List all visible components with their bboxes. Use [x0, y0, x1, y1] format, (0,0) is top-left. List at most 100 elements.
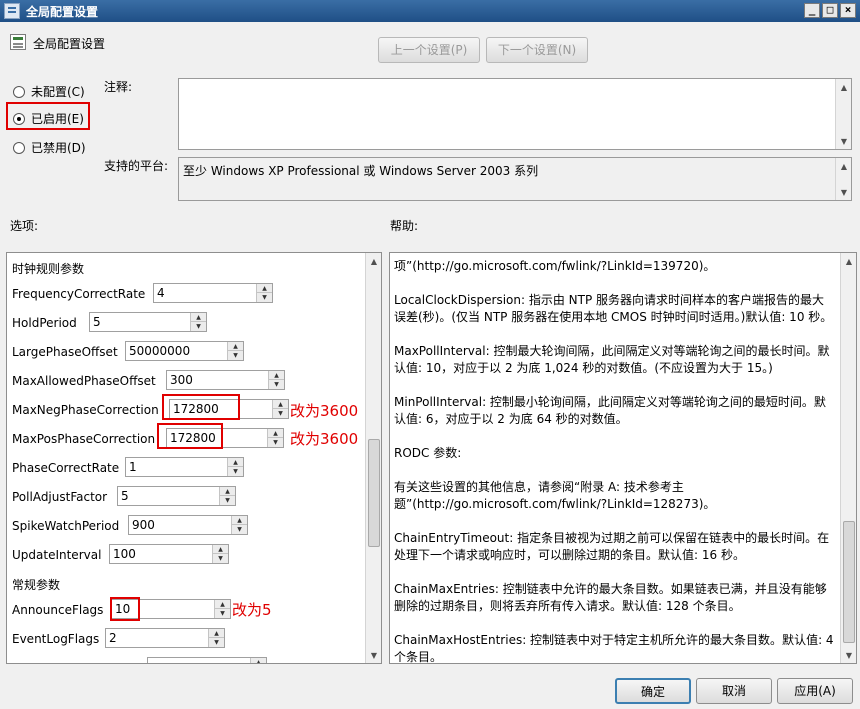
spin-down-icon[interactable]: ▼ [228, 467, 243, 476]
comment-textarea[interactable]: ▲ ▼ [178, 78, 852, 150]
spinner-buttons[interactable]: ▲▼ [227, 342, 243, 360]
radio-enabled[interactable]: 已启用(E) [13, 110, 84, 127]
option-label: MaxPosPhaseCorrection [12, 432, 156, 446]
spin-large-phase-offset[interactable]: 50000000 ▲ ▼ [125, 341, 244, 361]
options-scrollbar[interactable]: ▲ ▼ [365, 253, 381, 663]
spin-value: 2 [109, 631, 117, 645]
spin-down-icon[interactable]: ▼ [269, 380, 284, 389]
scroll-up-icon[interactable]: ▲ [366, 253, 381, 269]
spinner-buttons[interactable]: ▲▼ [267, 429, 283, 447]
help-paragraph: MaxPollInterval: 控制最大轮询间隔，此间隔定义对等端轮询之间的最… [394, 344, 830, 375]
spin-event-log-flags[interactable]: 2 ▲ ▼ [105, 628, 225, 648]
scroll-up-icon[interactable]: ▲ [836, 79, 852, 95]
spin-value: 900 [132, 518, 155, 532]
ok-button[interactable]: 确定 [615, 678, 691, 704]
radio-not-configured[interactable]: 未配置(C) [13, 83, 85, 100]
spinner-buttons[interactable]: ▲▼ [190, 313, 206, 331]
spin-up-icon[interactable]: ▲ [257, 284, 272, 293]
highlight-box-announce [110, 597, 140, 621]
spin-down-icon[interactable]: ▼ [209, 638, 224, 647]
spin-down-icon[interactable]: ▼ [215, 609, 230, 618]
platform-textbox: 至少 Windows XP Professional 或 Windows Ser… [178, 157, 852, 201]
scroll-down-icon[interactable]: ▼ [366, 647, 381, 663]
spin-hold-period[interactable]: 5 ▲ ▼ [89, 312, 207, 332]
radio-enabled-circle[interactable] [13, 112, 25, 125]
spinner-buttons[interactable]: ▲▼ [227, 458, 243, 476]
platform-scrollbar[interactable]: ▲ ▼ [835, 158, 851, 200]
radio-disabled-label: 已禁用(D) [31, 141, 86, 155]
spin-up-icon[interactable]: ▲ [213, 545, 228, 554]
options-panel: 时钟规则参数 FrequencyCorrectRate 4 ▲ ▼ HoldPer… [6, 252, 382, 664]
option-label: PollAdjustFactor [12, 490, 108, 504]
radio-disabled[interactable]: 已禁用(D) [13, 139, 86, 156]
help-scrollbar[interactable]: ▲ ▼ [840, 253, 856, 663]
spinner-buttons[interactable]: ▲▼ [231, 516, 247, 534]
spin-up-icon[interactable]: ▲ [251, 658, 266, 663]
highlight-box-max-neg [162, 394, 240, 420]
spin-up-icon[interactable]: ▲ [215, 600, 230, 609]
spinner-buttons[interactable]: ▲▼ [268, 371, 284, 389]
scroll-down-icon[interactable]: ▼ [841, 647, 856, 663]
spinner-buttons[interactable]: ▲▼ [250, 658, 266, 663]
spin-down-icon[interactable]: ▼ [273, 409, 288, 418]
spin-spike-watch-period[interactable]: 900 ▲ ▼ [128, 515, 248, 535]
spin-up-icon[interactable]: ▲ [268, 429, 283, 438]
spin-up-icon[interactable]: ▲ [191, 313, 206, 322]
scroll-up-icon[interactable]: ▲ [841, 253, 856, 269]
spin-up-icon[interactable]: ▲ [228, 342, 243, 351]
scroll-up-icon[interactable]: ▲ [836, 158, 852, 174]
maximize-button[interactable]: □ [822, 3, 838, 18]
prev-setting-button[interactable]: 上一个设置(P) [378, 37, 480, 63]
spin-update-interval[interactable]: 100 ▲ ▼ [109, 544, 229, 564]
spin-down-icon[interactable]: ▼ [213, 554, 228, 563]
minimize-button[interactable]: _ [804, 3, 820, 18]
title-bar: 全局配置设置 _ □ × [0, 0, 860, 22]
spin-value: 5 [93, 315, 101, 329]
spin-down-icon[interactable]: ▼ [228, 351, 243, 360]
next-setting-button[interactable]: 下一个设置(N) [486, 37, 588, 63]
spin-up-icon[interactable]: ▲ [232, 516, 247, 525]
close-button[interactable]: × [840, 3, 856, 18]
setting-title: 全局配置设置 [33, 37, 106, 51]
spinner-buttons[interactable]: ▲▼ [212, 545, 228, 563]
spin-up-icon[interactable]: ▲ [273, 400, 288, 409]
spin-down-icon[interactable]: ▼ [268, 438, 283, 447]
scroll-down-icon[interactable]: ▼ [836, 133, 852, 149]
spinner-buttons[interactable]: ▲▼ [272, 400, 288, 418]
comment-scrollbar[interactable]: ▲ ▼ [835, 79, 851, 149]
radio-not-configured-circle[interactable] [13, 85, 25, 98]
spinner-buttons[interactable]: ▲▼ [256, 284, 272, 302]
spin-value: 300 [170, 373, 193, 387]
spin-down-icon[interactable]: ▼ [191, 322, 206, 331]
spin-up-icon[interactable]: ▲ [269, 371, 284, 380]
spin-up-icon[interactable]: ▲ [209, 629, 224, 638]
spin-up-icon[interactable]: ▲ [220, 487, 235, 496]
platform-value: 至少 Windows XP Professional 或 Windows Ser… [183, 164, 539, 178]
spin-up-icon[interactable]: ▲ [228, 458, 243, 467]
spin-down-icon[interactable]: ▼ [257, 293, 272, 302]
option-label: AnnounceFlags [12, 603, 104, 617]
scroll-thumb[interactable] [368, 439, 380, 547]
spin-phase-correct-rate[interactable]: 1 ▲ ▼ [125, 457, 244, 477]
apply-button[interactable]: 应用(A) [777, 678, 853, 704]
annotation-max-pos: 改为3600 [290, 430, 359, 448]
comment-label: 注释: [104, 80, 133, 94]
spin-frequency-correct-rate[interactable]: 4 ▲ ▼ [153, 283, 273, 303]
platform-label: 支持的平台: [104, 159, 169, 173]
spin-down-icon[interactable]: ▼ [232, 525, 247, 534]
spinner-buttons[interactable]: ▲▼ [214, 600, 230, 618]
spin-poll-adjust-factor[interactable]: 5 ▲ ▼ [117, 486, 236, 506]
cancel-button[interactable]: 取消 [696, 678, 772, 704]
spinner-buttons[interactable]: ▲▼ [208, 629, 224, 647]
spin-next-partial[interactable]: ▲▼ [147, 657, 267, 663]
scroll-down-icon[interactable]: ▼ [836, 184, 852, 200]
spinner-buttons[interactable]: ▲▼ [219, 487, 235, 505]
help-label: 帮助: [390, 219, 419, 233]
help-paragraph: 项”(http://go.microsoft.com/fwlink/?LinkI… [394, 259, 716, 273]
radio-disabled-circle[interactable] [13, 141, 25, 154]
option-label: SpikeWatchPeriod [12, 519, 120, 533]
spin-max-allowed-phase-offset[interactable]: 300 ▲ ▼ [166, 370, 285, 390]
spin-down-icon[interactable]: ▼ [220, 496, 235, 505]
spin-value: 50000000 [129, 344, 191, 358]
scroll-thumb[interactable] [843, 521, 855, 643]
